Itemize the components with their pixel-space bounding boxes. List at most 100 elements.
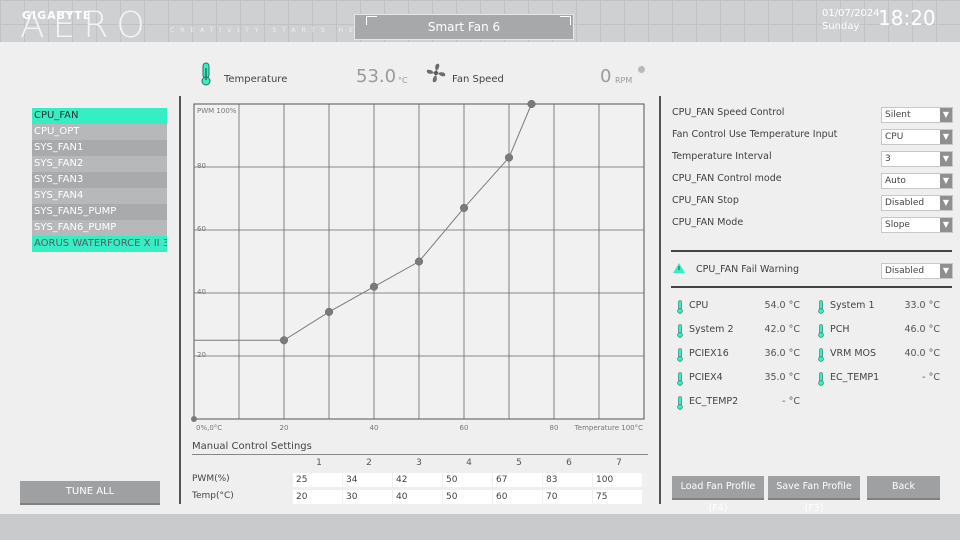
fan-item-cpu-opt[interactable]: CPU_OPT — [32, 124, 167, 140]
temperature-label: Temperature — [224, 74, 288, 85]
x-tick-label: 40 — [370, 424, 379, 432]
sensor-value: - °C — [922, 372, 940, 383]
chevron-down-icon: ▼ — [940, 174, 952, 188]
controls-divider — [671, 250, 952, 252]
temp-input[interactable]: 70 — [543, 490, 592, 504]
fan-speed-value: 0 — [600, 66, 612, 87]
chevron-down-icon: ▼ — [940, 218, 952, 232]
fan-item-sys-fan4[interactable]: SYS_FAN4 — [32, 188, 167, 204]
column-number: 7 — [616, 458, 622, 468]
control-dropdown[interactable]: Auto ▼ — [881, 173, 953, 189]
temp-input[interactable]: 75 — [593, 490, 642, 504]
control-dropdown-value: Disabled — [885, 198, 925, 208]
curve-point-handle[interactable] — [414, 257, 424, 266]
thermometer-icon — [677, 300, 683, 314]
temp-input[interactable]: 40 — [393, 490, 442, 504]
y-tick-label: 80 — [197, 162, 206, 170]
fan-item-cpu-fan[interactable]: CPU_FAN — [32, 108, 167, 124]
temperature-unit: °C — [398, 76, 408, 85]
warning-icon — [673, 263, 685, 273]
temp-input[interactable]: 60 — [493, 490, 542, 504]
sensor-name: EC_TEMP2 — [689, 396, 739, 407]
title-corner-left — [366, 16, 377, 25]
thermometer-icon — [677, 348, 683, 362]
pwm-input[interactable]: 42 — [393, 473, 442, 487]
fail-warning-dropdown[interactable]: Disabled ▼ — [881, 263, 953, 279]
back-button[interactable]: Back — [867, 476, 940, 500]
fan-item-aorus-waterforce[interactable]: AORUS WATERFORCE X II 36 — [32, 236, 167, 252]
control-label: CPU_FAN Control mode — [672, 173, 782, 184]
fan-item-sys-fan1[interactable]: SYS_FAN1 — [32, 140, 167, 156]
top-bar: AERO GIGABYTE CREATIVITY STARTS HERE Sma… — [0, 0, 960, 44]
control-dropdown[interactable]: Silent ▼ — [881, 107, 953, 123]
fan-speed-label: Fan Speed — [452, 74, 504, 85]
control-dropdown[interactable]: 3 ▼ — [881, 151, 953, 167]
temp-input[interactable]: 30 — [343, 490, 392, 504]
fan-curve-chart[interactable]: 20 40 60 80 20 40 60 80 PWM 100% Temperature 100°… — [183, 96, 653, 436]
temp-input[interactable]: 20 — [293, 490, 342, 504]
column-number: 1 — [316, 458, 322, 468]
manual-control-title: Manual Control Settings — [192, 441, 312, 452]
tune-all-button[interactable]: TUNE ALL — [20, 481, 160, 505]
thermometer-icon — [201, 62, 211, 86]
control-label: CPU_FAN Stop — [672, 195, 739, 206]
warning-divider — [671, 286, 952, 288]
chevron-down-icon: ▼ — [940, 108, 952, 122]
curve-point-handle[interactable] — [279, 336, 289, 345]
left-divider — [179, 96, 181, 504]
control-dropdown[interactable]: CPU ▼ — [881, 129, 953, 145]
sensor-name: PCIEX16 — [689, 348, 729, 359]
title-corner-right — [560, 16, 571, 25]
clock: 18:20 — [878, 6, 936, 30]
curve-point-handle[interactable] — [369, 282, 379, 291]
x-axis-right-label: Temperature 100°C — [574, 424, 643, 432]
date-text: 01/07/2024 — [822, 8, 880, 19]
fan-item-sys-fan6-pump[interactable]: SYS_FAN6_PUMP — [32, 220, 167, 236]
sensor-name: System 2 — [689, 324, 734, 335]
gigabyte-brand: GIGABYTE — [22, 9, 92, 22]
fan-item-sys-fan5-pump[interactable]: SYS_FAN5_PUMP — [32, 204, 167, 220]
thermometer-icon — [677, 324, 683, 338]
fan-icon — [426, 63, 446, 83]
pwm-input[interactable]: 34 — [343, 473, 392, 487]
manual-control-divider — [192, 454, 648, 455]
pwm-input[interactable]: 100 — [593, 473, 642, 487]
sensor-name: EC_TEMP1 — [830, 372, 880, 383]
fan-list: CPU_FAN CPU_OPT SYS_FAN1 SYS_FAN2 SYS_FA… — [32, 108, 167, 252]
control-dropdown-value: 3 — [885, 154, 891, 164]
temp-input[interactable]: 50 — [443, 490, 492, 504]
pwm-input[interactable]: 83 — [543, 473, 592, 487]
fail-warning-value: Disabled — [885, 266, 925, 276]
page-title-tab: Smart Fan 6 — [354, 14, 574, 40]
column-number: 3 — [416, 458, 422, 468]
origin-point — [191, 416, 197, 422]
curve-point-handle[interactable] — [324, 307, 334, 316]
curve-point-handle[interactable] — [504, 153, 514, 162]
sensor-name: System 1 — [830, 300, 875, 311]
date-display: 01/07/2024 Sunday — [822, 7, 880, 33]
save-fan-profile-button[interactable]: Save Fan Profile (F3) — [768, 476, 860, 514]
sensor-value: 40.0 °C — [904, 348, 940, 359]
pwm-input[interactable]: 25 — [293, 473, 342, 487]
control-dropdown[interactable]: Disabled ▼ — [881, 195, 953, 211]
chevron-down-icon: ▼ — [940, 264, 952, 278]
thermometer-icon — [818, 372, 824, 386]
curve-point-handle[interactable] — [527, 99, 536, 109]
fan-item-sys-fan3[interactable]: SYS_FAN3 — [32, 172, 167, 188]
pwm-input[interactable]: 67 — [493, 473, 542, 487]
control-dropdown-value: Auto — [885, 176, 906, 186]
fan-item-sys-fan2[interactable]: SYS_FAN2 — [32, 156, 167, 172]
control-label: Fan Control Use Temperature Input — [672, 129, 838, 140]
load-fan-profile-button[interactable]: Load Fan Profile (F4) — [672, 476, 764, 514]
chevron-down-icon: ▼ — [940, 196, 952, 210]
sensor-name: VRM MOS — [830, 348, 877, 359]
control-dropdown[interactable]: Slope ▼ — [881, 217, 953, 233]
thermometer-icon — [677, 396, 683, 410]
tagline: CREATIVITY STARTS HERE — [170, 27, 379, 34]
pwm-input[interactable]: 50 — [443, 473, 492, 487]
pwm-row-label: PWM(%) — [192, 474, 230, 484]
sensor-value: 33.0 °C — [904, 300, 940, 311]
y-axis-top-label: PWM 100% — [197, 107, 237, 115]
control-label: CPU_FAN Speed Control — [672, 107, 785, 118]
curve-point-handle[interactable] — [459, 203, 469, 212]
